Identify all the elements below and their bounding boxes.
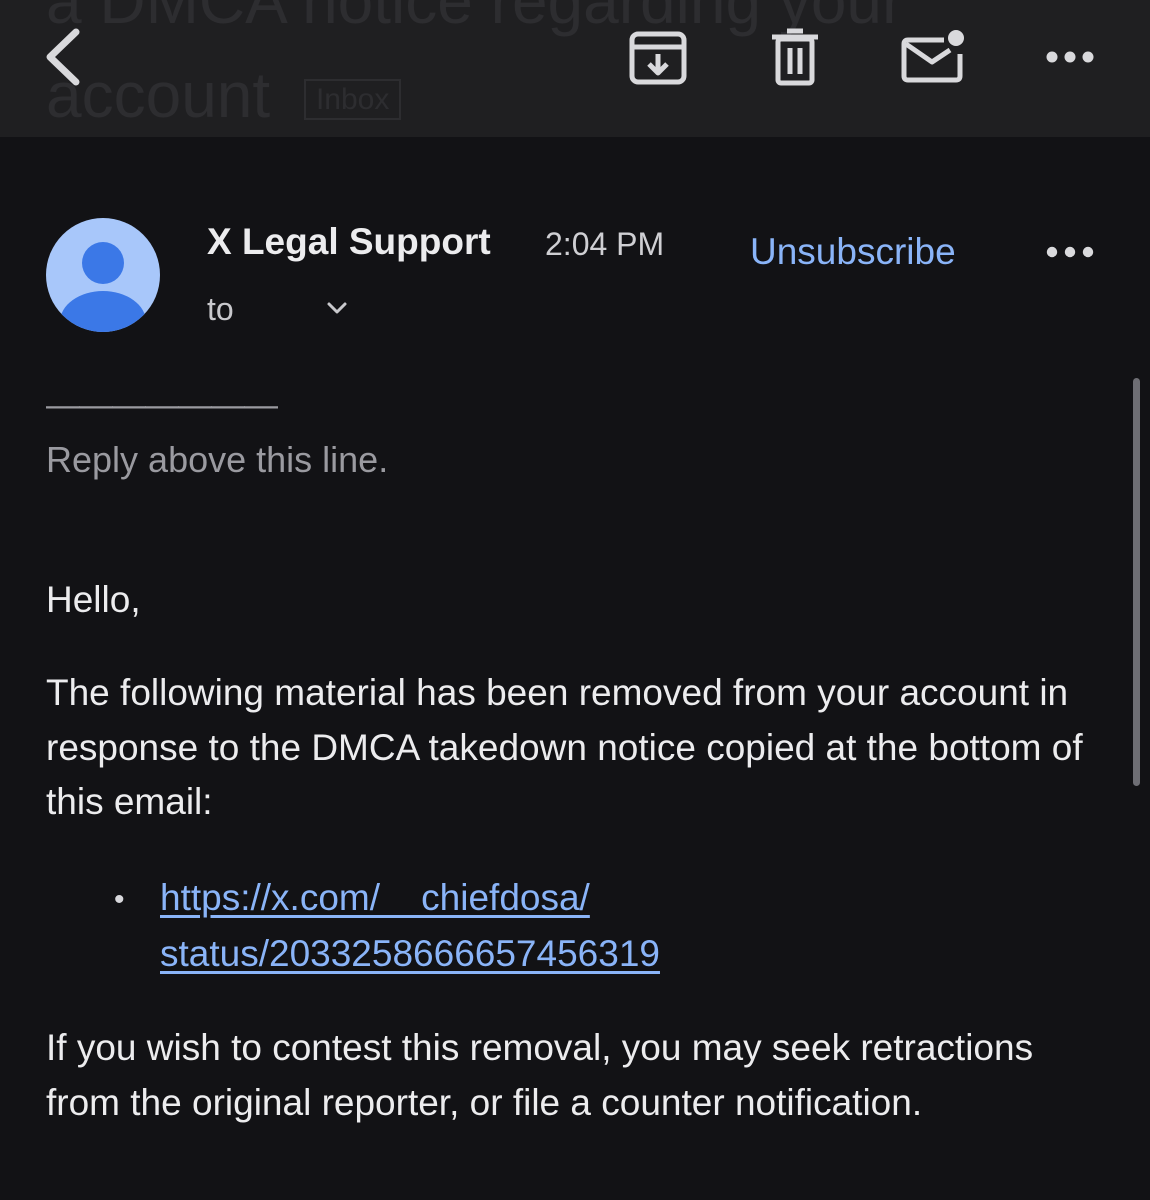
trash-icon[interactable] [770, 28, 820, 86]
mark-unread-icon[interactable] [900, 28, 966, 84]
greeting-text: Hello, [46, 579, 141, 620]
email-view: a DMCA notice regarding your account Inb… [0, 0, 1150, 1200]
unsubscribe-link[interactable]: Unsubscribe [750, 230, 956, 274]
recipients-label[interactable]: to [207, 290, 234, 328]
inbox-label: Inbox [303, 79, 402, 121]
message-more-icon[interactable] [1044, 244, 1096, 260]
message-time: 2:04 PM [545, 226, 665, 262]
list-bullet: • [114, 883, 125, 916]
link-line-2[interactable]: status/2033258666657456319 [160, 933, 660, 974]
sender-name: X Legal Support [207, 221, 491, 262]
link-line-1[interactable]: https://x.com/__chiefdosa/ [160, 877, 590, 918]
more-options-icon[interactable] [1044, 48, 1096, 66]
scrollbar-thumb[interactable] [1133, 378, 1140, 786]
removal-paragraph: The following material has been removed … [46, 672, 1083, 822]
top-toolbar: a DMCA notice regarding your account Inb… [0, 0, 1150, 137]
archive-icon[interactable] [628, 30, 688, 86]
sender-avatar[interactable] [46, 218, 160, 332]
reply-hint: Reply above this line. [46, 439, 389, 480]
contest-paragraph: If you wish to contest this removal, you… [46, 1027, 1034, 1123]
back-icon[interactable] [36, 24, 92, 90]
reply-divider: ——————— [46, 386, 278, 424]
chevron-down-icon[interactable] [326, 300, 348, 316]
removed-post-link[interactable]: https://x.com/__chiefdosa/ status/203325… [160, 870, 860, 982]
